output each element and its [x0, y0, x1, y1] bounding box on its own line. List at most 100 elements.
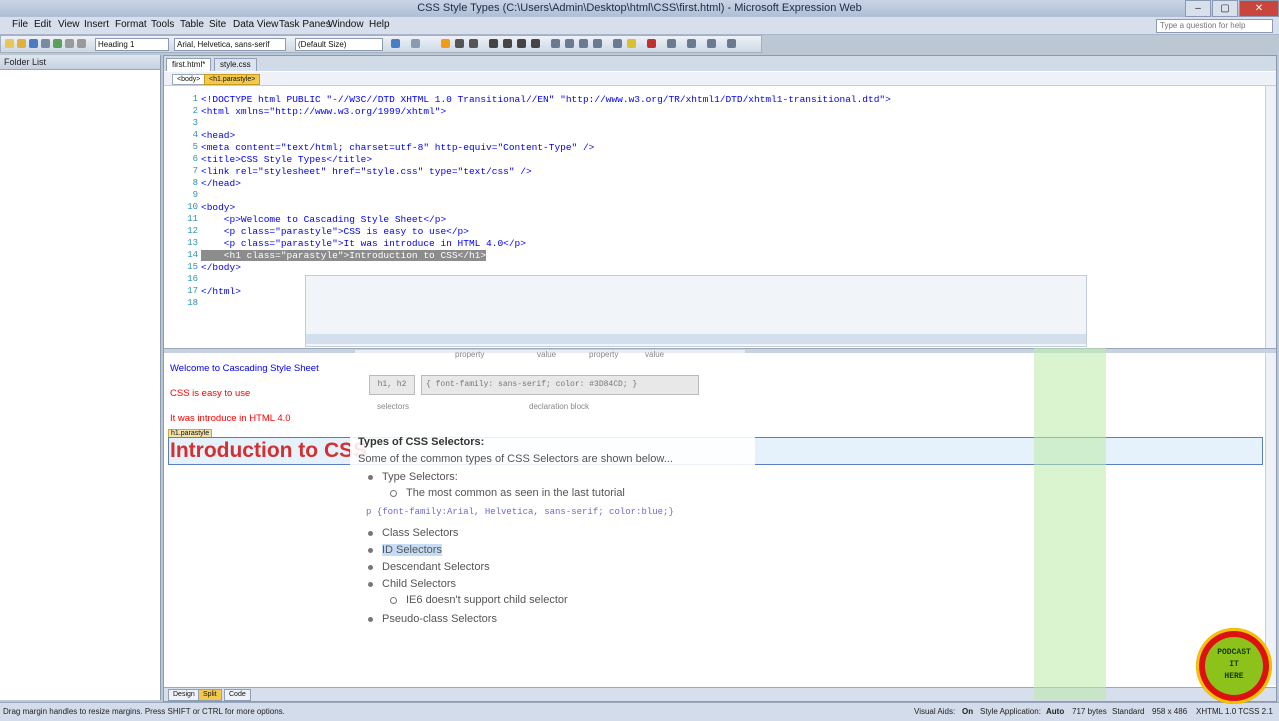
align-right-icon[interactable] [517, 39, 526, 48]
circle-bullet-icon [390, 596, 397, 604]
file-size: 717 bytes [1072, 707, 1107, 716]
css-version-indicator[interactable]: CSS 2.1 [1243, 707, 1273, 716]
close-button[interactable]: ✕ [1239, 0, 1279, 17]
menu-format[interactable]: Format [115, 19, 147, 30]
crumb-h1[interactable]: <h1.parastyle> [204, 74, 261, 85]
podcast-logo-inner: PODCAST IT HERE [1205, 637, 1263, 695]
ghost-side-panel [1034, 348, 1106, 700]
menu-task-panes[interactable]: Task Panes [279, 19, 331, 30]
tab-style-css[interactable]: style.css [214, 58, 257, 71]
render-mode[interactable]: Standard [1112, 707, 1144, 716]
menu-data-view[interactable]: Data View [233, 19, 278, 30]
save-icon[interactable] [29, 39, 38, 48]
redo-icon[interactable] [77, 39, 86, 48]
design-heading[interactable]: Introduction to CSS [170, 439, 367, 463]
highlight-color-icon[interactable] [627, 39, 636, 48]
highlight-icon[interactable] [411, 39, 420, 48]
menu-table[interactable]: Table [180, 19, 204, 30]
toolbar-options-icon[interactable] [727, 39, 736, 48]
maximize-button[interactable]: ▢ [1212, 0, 1238, 17]
code-line: <p class="parastyle">It was introduce in… [201, 238, 526, 249]
list-item: Descendant Selectors [368, 561, 490, 573]
design-paragraph[interactable]: CSS is easy to use [170, 388, 250, 399]
line-number: 5 [192, 142, 198, 152]
menu-edit[interactable]: Edit [34, 19, 51, 30]
minimize-button[interactable]: – [1185, 0, 1211, 17]
size-select[interactable]: (Default Size) [295, 38, 383, 51]
text-color-icon[interactable] [647, 39, 656, 48]
open-folder-icon[interactable] [17, 39, 26, 48]
code-line: </html> [201, 286, 241, 297]
design-paragraph[interactable]: It was introduce in HTML 4.0 [170, 413, 291, 424]
preview-icon[interactable] [53, 39, 62, 48]
page-dimensions[interactable]: 958 x 486 [1152, 707, 1187, 716]
circle-bullet-icon [390, 489, 397, 497]
line-number: 18 [187, 298, 198, 308]
print-icon[interactable] [41, 39, 50, 48]
code-scrollbar[interactable] [1265, 86, 1276, 348]
align-left-icon[interactable] [489, 39, 498, 48]
bullet-icon [368, 530, 373, 536]
tab-code[interactable]: Code [224, 689, 251, 701]
visual-aids-value[interactable]: On [962, 707, 973, 716]
code-line: <body> [201, 202, 236, 213]
style-select[interactable]: Heading 1 [95, 38, 169, 51]
figure-label: declaration block [529, 402, 590, 411]
line-number: 16 [187, 274, 198, 284]
bold-icon[interactable] [441, 39, 450, 48]
underline-icon[interactable] [469, 39, 478, 48]
folder-list-title: Folder List [4, 57, 47, 67]
window-controls: – ▢ ✕ [1184, 0, 1279, 17]
code-line: <link rel="stylesheet" href="style.css" … [201, 166, 532, 177]
visual-aids-label[interactable]: Visual Aids: [914, 707, 955, 716]
menu-site[interactable]: Site [209, 19, 226, 30]
font-select[interactable]: Arial, Helvetica, sans-serif [174, 38, 286, 51]
design-scrollbar[interactable] [1265, 353, 1276, 685]
outdent-icon[interactable] [579, 39, 588, 48]
insert-table-icon[interactable] [687, 39, 696, 48]
tab-first-html[interactable]: first.html* [166, 58, 212, 71]
menu-view[interactable]: View [58, 19, 80, 30]
undo-icon[interactable] [65, 39, 74, 48]
bullets-icon[interactable] [565, 39, 574, 48]
podcast-logo: PODCAST IT HERE [1196, 628, 1272, 704]
tab-design[interactable]: Design [168, 689, 200, 701]
code-line: <p class="parastyle">CSS is easy to use<… [201, 226, 469, 237]
code-line: <!DOCTYPE html PUBLIC "-//W3C//DTD XHTML… [201, 94, 891, 105]
style-application-label[interactable]: Style Application: [980, 707, 1041, 716]
menu-window[interactable]: Window [328, 19, 364, 30]
code-line: <html xmlns="http://www.w3.org/1999/xhtm… [201, 106, 447, 117]
align-center-icon[interactable] [503, 39, 512, 48]
font-color-icon[interactable] [391, 39, 400, 48]
new-page-icon[interactable] [5, 39, 14, 48]
insert-layer-icon[interactable] [707, 39, 716, 48]
code-line: </head> [201, 178, 241, 189]
insert-image-icon[interactable] [667, 39, 676, 48]
style-application-value[interactable]: Auto [1046, 707, 1064, 716]
menu-help[interactable]: Help [369, 19, 390, 30]
justify-icon[interactable] [531, 39, 540, 48]
figure-label: selectors [377, 402, 410, 411]
list-item: The most common as seen in the last tuto… [390, 487, 625, 499]
doctype-indicator[interactable]: XHTML 1.0 T [1196, 707, 1243, 716]
line-number: 10 [187, 202, 198, 212]
menu-insert[interactable]: Insert [84, 19, 109, 30]
design-paragraph[interactable]: Welcome to Cascading Style Sheet [170, 363, 319, 374]
indent-icon[interactable] [593, 39, 602, 48]
crumb-body[interactable]: <body> [172, 74, 206, 85]
tab-split[interactable]: Split [198, 689, 222, 701]
italic-icon[interactable] [455, 39, 464, 48]
menu-tools[interactable]: Tools [151, 19, 174, 30]
ghost-ribbon-overlay [305, 275, 1087, 347]
help-search-input[interactable]: Type a question for help [1156, 19, 1273, 33]
bullet-icon [368, 581, 373, 587]
border-icon[interactable] [613, 39, 622, 48]
window-title: CSS Style Types (C:\Users\Admin\Desktop\… [417, 2, 862, 14]
menu-file[interactable]: File [12, 19, 28, 30]
list-item: Pseudo-class Selectors [368, 613, 497, 625]
ghost-ribbon-bar [306, 334, 1086, 344]
numbering-icon[interactable] [551, 39, 560, 48]
line-number: 7 [192, 166, 198, 176]
figure-declaration-box: { font-family: sans-serif; color: #3D84C… [421, 375, 699, 395]
figure-label: property [455, 350, 485, 359]
